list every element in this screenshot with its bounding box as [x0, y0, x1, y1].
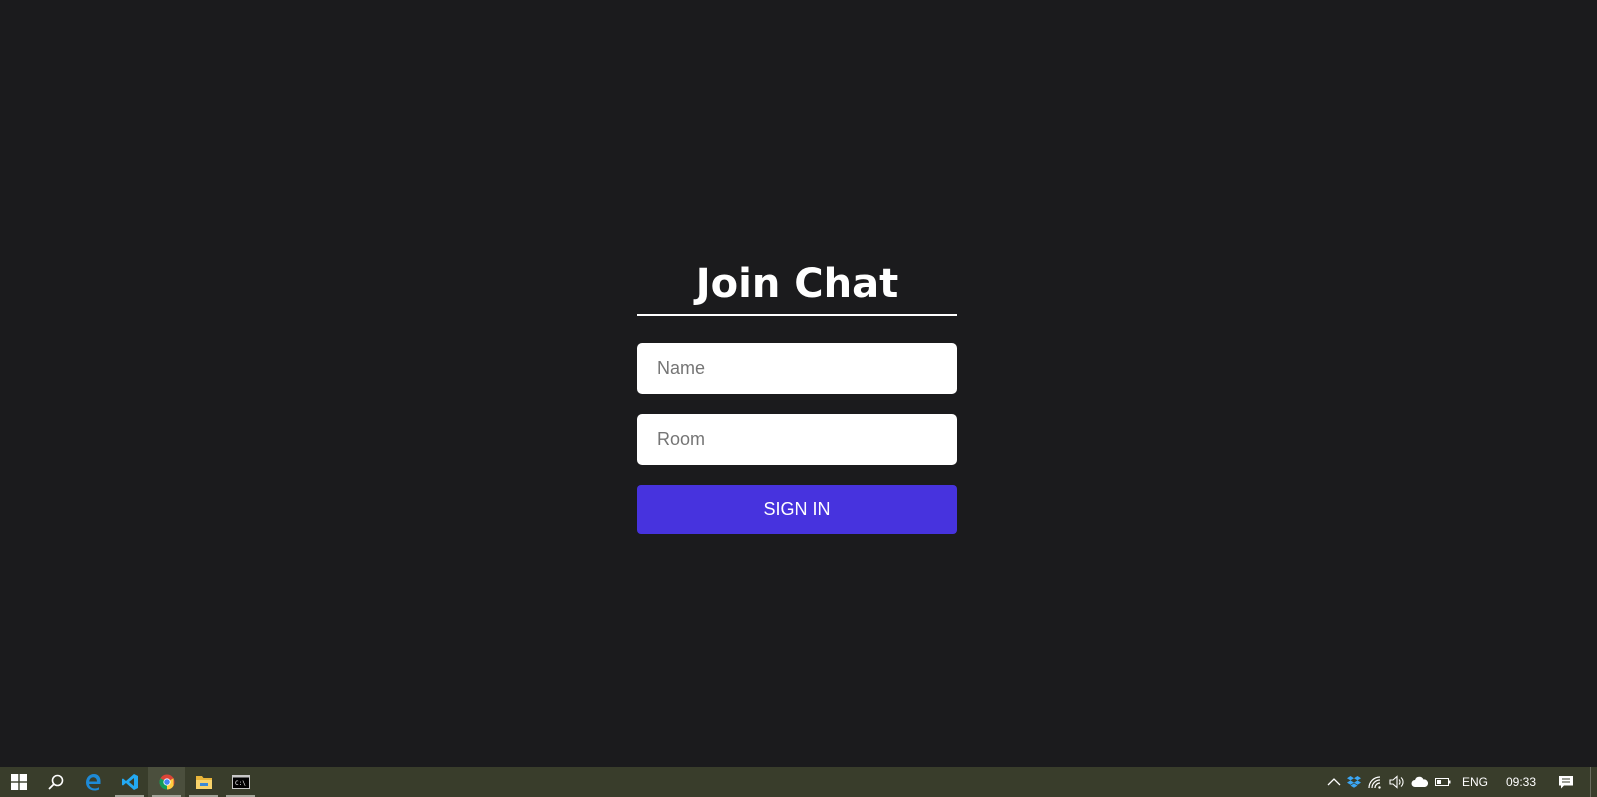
onedrive-button[interactable]	[1408, 767, 1432, 797]
chrome-icon	[158, 774, 174, 790]
start-button[interactable]	[0, 767, 37, 797]
show-hidden-icons-button[interactable]	[1324, 767, 1344, 797]
taskbar-app-file-explorer[interactable]	[185, 767, 222, 797]
taskbar-app-edge[interactable]	[74, 767, 111, 797]
page-title: Join Chat	[637, 258, 957, 316]
clock-button[interactable]: 09:33	[1496, 767, 1546, 797]
dropbox-icon	[1346, 776, 1361, 788]
terminal-icon: C:\	[231, 775, 250, 789]
notification-icon	[1559, 775, 1573, 788]
language-indicator: ENG	[1461, 775, 1488, 789]
svg-text:C:\: C:\	[235, 780, 246, 787]
search-icon	[47, 774, 63, 790]
wifi-icon	[1368, 776, 1381, 789]
vscode-icon	[121, 774, 138, 790]
action-center-button[interactable]	[1546, 767, 1586, 797]
volume-icon	[1389, 775, 1404, 789]
taskbar-app-vscode[interactable]	[111, 767, 148, 797]
file-explorer-icon	[195, 776, 212, 789]
battery-icon	[1434, 778, 1451, 786]
battery-button[interactable]	[1432, 767, 1454, 797]
name-input[interactable]	[637, 343, 957, 394]
input-language-button[interactable]: ENG	[1454, 767, 1496, 797]
system-tray: ENG 09:33	[1324, 767, 1597, 797]
cloud-icon	[1411, 776, 1429, 787]
edge-icon	[85, 774, 100, 791]
taskbar: C:\ ENG 09:33	[0, 767, 1597, 797]
clock-time: 09:33	[1505, 775, 1536, 789]
taskbar-app-terminal[interactable]: C:\	[222, 767, 259, 797]
chevron-up-icon	[1327, 778, 1341, 786]
network-button[interactable]	[1364, 767, 1386, 797]
windows-start-icon	[10, 774, 27, 790]
room-input[interactable]	[637, 414, 957, 465]
show-desktop-button[interactable]	[1590, 767, 1597, 797]
sign-in-button[interactable]: SIGN IN	[637, 485, 957, 534]
search-button[interactable]	[37, 767, 74, 797]
tray-app-button[interactable]	[1344, 767, 1364, 797]
taskbar-app-chrome[interactable]	[148, 767, 185, 797]
join-form: Join Chat SIGN IN	[637, 258, 957, 534]
chat-join-page: Join Chat SIGN IN	[0, 0, 1597, 767]
volume-button[interactable]	[1386, 767, 1408, 797]
